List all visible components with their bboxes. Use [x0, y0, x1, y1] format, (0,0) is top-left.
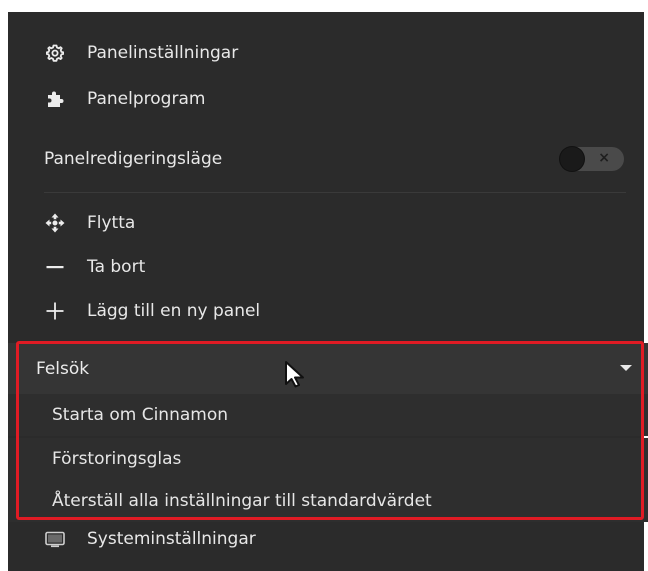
puzzle-icon: [45, 89, 65, 109]
menu-item-label: Panelprogram: [87, 89, 206, 109]
submenu-label: Felsök: [36, 358, 90, 379]
menu-item-label: Panelinställningar: [87, 43, 239, 63]
menu-item-add-panel[interactable]: Lägg till en ny panel: [8, 290, 644, 332]
menu-item-label: Panelredigeringsläge: [44, 149, 223, 169]
menu-item-label: Ta bort: [87, 257, 146, 277]
toggle-knob: [560, 147, 584, 171]
submenu-item-label: Återställ alla inställningar till standa…: [52, 491, 432, 511]
chevron-down-icon: [620, 365, 632, 371]
close-icon: ×: [598, 150, 610, 166]
menu-item-label: Lägg till en ny panel: [87, 301, 261, 321]
submenu-item-magnifier[interactable]: Förstoringsglas: [8, 438, 648, 480]
menu-item-label: Systeminställningar: [87, 529, 256, 549]
menu-item-panel-applets[interactable]: Panelprogram: [8, 78, 644, 120]
menu-item-panel-settings[interactable]: Panelinställningar: [8, 32, 644, 74]
mouse-pointer-icon: [285, 361, 304, 388]
panel-edit-mode-toggle[interactable]: ×: [560, 147, 624, 171]
gear-icon: [45, 43, 65, 63]
menu-item-system-settings[interactable]: Systeminställningar: [8, 518, 644, 560]
submenu-item-label: Förstoringsglas: [52, 449, 182, 469]
submenu-item-restart-cinnamon[interactable]: Starta om Cinnamon: [8, 394, 648, 436]
plus-icon: [45, 301, 65, 321]
menu-item-remove[interactable]: Ta bort: [8, 246, 644, 288]
menu-item-label: Flytta: [87, 213, 136, 233]
troubleshoot-submenu-header[interactable]: Felsök: [8, 343, 648, 394]
menu-item-panel-edit-mode[interactable]: Panelredigeringsläge ×: [8, 138, 644, 180]
submenu-item-label: Starta om Cinnamon: [52, 405, 229, 425]
display-icon: [45, 529, 65, 549]
submenu-item-reset-settings[interactable]: Återställ alla inställningar till standa…: [8, 480, 648, 522]
move-icon: [45, 213, 65, 233]
minus-icon: [45, 257, 65, 277]
menu-separator: [44, 192, 626, 193]
menu-item-move[interactable]: Flytta: [8, 202, 644, 244]
